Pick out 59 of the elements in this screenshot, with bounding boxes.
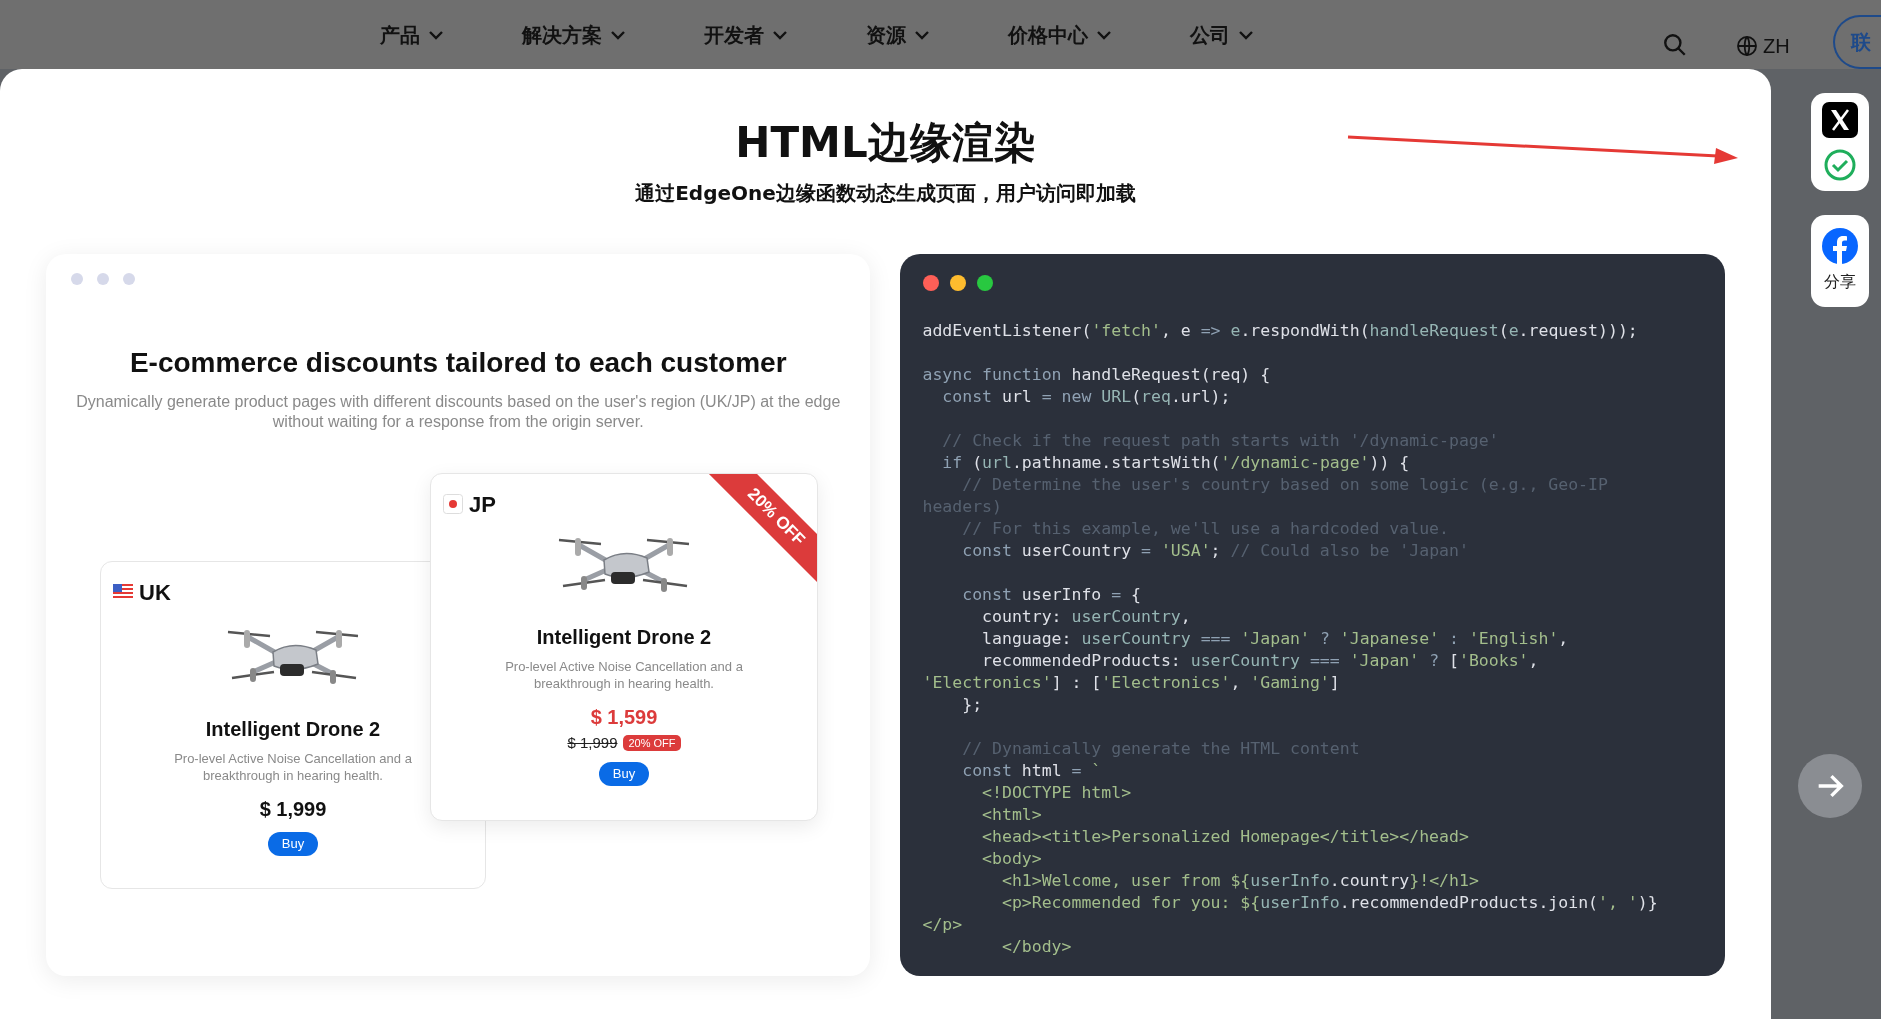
language-label[interactable]: ZH: [1763, 31, 1790, 61]
code-line: const html = `: [961, 759, 1102, 782]
chevron-down-icon: [428, 29, 444, 40]
nav-menu-item[interactable]: 产品: [380, 19, 444, 50]
chevron-down-icon: [610, 29, 626, 40]
product-description: Pro-level Active Noise Cancellation and a breakthrough in hearing health.: [173, 749, 413, 784]
product-price: $ 1,999: [259, 796, 327, 822]
x-logo-icon[interactable]: [1822, 102, 1858, 138]
share-card[interactable]: 分享: [1811, 215, 1869, 307]
code-line: </body>: [1000, 935, 1072, 958]
code-line: };: [961, 693, 983, 716]
code-line: <h1>Welcome, user from ${userInfo.country}!</h1>: [1000, 869, 1479, 892]
code-line: country: userCountry,: [981, 605, 1191, 628]
code-line: recommendedProducts: userCountry === 'Japan' ? ['Books',: [981, 649, 1539, 672]
check-circle-icon[interactable]: [1823, 148, 1857, 182]
window-dots-icon: [70, 271, 136, 286]
code-line: language: userCountry === 'Japan' ? 'Japanese' : 'English',: [981, 627, 1569, 650]
search-icon[interactable]: [1662, 32, 1688, 58]
flag-icon: [113, 584, 133, 600]
facebook-icon[interactable]: [1822, 228, 1858, 264]
chevron-down-icon: [772, 29, 788, 40]
window-controls-icon: [922, 273, 995, 292]
product-name: Intelligent Drone 2: [536, 624, 712, 650]
modal-title: HTML边缘渲染: [735, 117, 1036, 169]
share-label: 分享: [1824, 271, 1856, 293]
nav-menu-item[interactable]: 解决方案: [522, 19, 626, 50]
chevron-down-icon: [1096, 29, 1112, 40]
code-line: <body>: [981, 847, 1042, 870]
region-label: UK: [139, 578, 171, 607]
nav-menu-item[interactable]: 资源: [866, 19, 930, 50]
code-line: const url = new URL(req.url);: [941, 385, 1231, 408]
product-name: Intelligent Drone 2: [205, 716, 381, 742]
code-line: const userInfo = {: [961, 583, 1142, 606]
globe-icon[interactable]: [1735, 34, 1759, 58]
code-line: 'Electronics'] : ['Electronics', 'Gaming']: [922, 671, 1340, 694]
buy-button[interactable]: Buy: [267, 831, 319, 856]
demo-title: E-commerce discounts tailored to each customer: [129, 345, 787, 380]
product-description: Pro-level Active Noise Cancellation and a breakthrough in hearing health.: [504, 657, 744, 692]
flag-icon: [443, 494, 463, 514]
region-label: JP: [469, 490, 496, 519]
product-price: $ 1,599: [590, 704, 658, 730]
code-line: if (url.pathname.startsWith('/dynamic-page')) {: [941, 451, 1410, 474]
chevron-down-icon: [914, 29, 930, 40]
code-line: <html>: [981, 803, 1042, 826]
code-line: </p>: [922, 913, 963, 936]
modal-subtitle: 通过EdgeOne边缘函数动态生成页面，用户访问即加载: [635, 179, 1136, 207]
nav-menu-item[interactable]: 开发者: [704, 19, 788, 50]
code-line: addEventListener('fetch', e => e.respondWith(handleRequest(e.request)));: [922, 319, 1638, 342]
code-line: async function handleRequest(req) {: [922, 363, 1271, 386]
code-line: <p>Recommended for you: ${userInfo.recommendedProducts.join(', ')}: [1000, 891, 1658, 914]
demo-description: Dynamically generate product pages with different discounts based on the user's region (UK/JP) at the edge without waiting for a response from the origin server.: [75, 391, 842, 432]
original-price: $ 1,999: [567, 732, 618, 753]
code-line: <head><title>Personalized Homepage</title></head>: [981, 825, 1469, 848]
nav-menu-item[interactable]: 价格中心: [1008, 19, 1112, 50]
code-line: <!DOCTYPE html>: [981, 781, 1132, 804]
chevron-down-icon: [1238, 29, 1254, 40]
discount-badge: 20% OFF: [623, 734, 681, 751]
buy-button[interactable]: Buy: [598, 762, 650, 786]
nav-menu-item[interactable]: 公司: [1190, 19, 1254, 50]
